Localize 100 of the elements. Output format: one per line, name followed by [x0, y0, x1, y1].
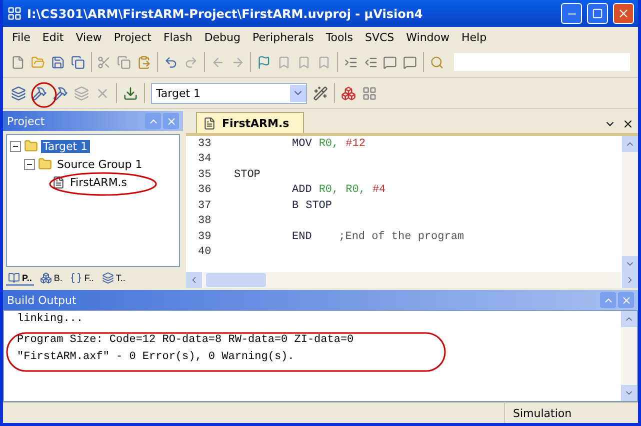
output-line: linking... [17, 313, 84, 327]
comment-icon[interactable] [403, 54, 418, 70]
app-icon [7, 6, 22, 21]
window-title: I:\CS301\ARM\FirstARM-Project\FirstARM.uvproj - µVision4 [27, 6, 424, 20]
target-dropdown[interactable]: Target 1 [151, 82, 307, 104]
line-number: 40 [197, 246, 212, 258]
vertical-scrollbar[interactable] [622, 136, 638, 272]
search-icon[interactable] [430, 54, 444, 70]
layers-icon[interactable] [11, 86, 26, 100]
close-button[interactable] [618, 292, 634, 308]
cubes-icon[interactable] [341, 86, 356, 100]
code-token: END [292, 230, 312, 243]
new-file-icon[interactable] [11, 54, 25, 70]
magic-wand-icon[interactable] [313, 86, 328, 100]
bookmark-icon[interactable] [297, 54, 311, 70]
save-all-icon[interactable] [70, 54, 84, 70]
layers-icon[interactable] [74, 86, 89, 100]
line-number: 36 [197, 184, 212, 196]
menu-item[interactable]: Peripherals [248, 30, 319, 44]
line-number: 39 [197, 230, 212, 243]
horizontal-scrollbar[interactable] [186, 272, 638, 288]
flag-icon[interactable] [257, 54, 272, 70]
find-field[interactable] [454, 53, 630, 71]
menu-item[interactable]: Project [108, 30, 156, 44]
book-icon [8, 272, 20, 284]
code-token: ;End of the program [338, 230, 464, 243]
panel-title: Build Output [7, 294, 76, 306]
open-folder-icon[interactable] [30, 54, 45, 70]
scrollbar-thumb[interactable] [206, 273, 266, 287]
copy-icon[interactable] [117, 54, 132, 70]
tree-item[interactable]: Target 1 [41, 140, 90, 152]
cut-icon[interactable] [97, 54, 112, 70]
layers-icon [102, 272, 114, 284]
code-token: R0, [318, 184, 339, 196]
line-number: 33 [197, 138, 212, 150]
code-token: MOV [292, 138, 312, 150]
code-token: R0, [346, 184, 366, 196]
code-token: #12 [346, 138, 366, 150]
undo-icon[interactable] [164, 54, 178, 70]
close-icon[interactable] [622, 118, 634, 130]
menu-item[interactable]: Help [456, 30, 492, 44]
panel-tab[interactable]: T.. [100, 272, 128, 286]
save-icon[interactable] [50, 54, 65, 70]
pin-button[interactable] [600, 292, 616, 308]
code-token: #4 [372, 184, 386, 196]
file-icon [52, 176, 65, 188]
maximize-icon [592, 8, 603, 19]
caret-icon [290, 84, 306, 102]
download-icon[interactable] [123, 86, 138, 100]
bookmark-icon[interactable] [316, 54, 331, 70]
minimize-button[interactable] [561, 3, 582, 24]
close-icon [166, 116, 176, 126]
bookmark-icon[interactable] [277, 54, 292, 70]
menu-item[interactable]: Flash [158, 30, 198, 44]
menu-item[interactable]: View [70, 30, 107, 44]
menu-item[interactable]: File [7, 30, 36, 44]
folder-icon [24, 139, 38, 153]
close-icon [620, 294, 632, 306]
menu-item[interactable]: Tools [320, 30, 358, 44]
panel-title: Project [7, 114, 45, 128]
menu-item[interactable]: Window [401, 30, 455, 44]
comment-icon[interactable] [383, 54, 398, 70]
code-editor[interactable]: 33 MOV R0, #12 34 35 STOP 36 ADD R0, R0, #4 37 B STOP 38 39 END ;End of the program 40 [186, 136, 638, 272]
line-number: 35 [197, 168, 212, 181]
redo-icon[interactable] [184, 54, 198, 70]
menu-item[interactable]: Edit [37, 30, 69, 44]
close-icon [617, 7, 630, 20]
annotation-ellipse [31, 82, 57, 108]
grid-icon[interactable] [362, 86, 377, 100]
braces-icon [70, 272, 82, 284]
pin-button[interactable] [145, 113, 161, 129]
cubes-icon [40, 272, 52, 284]
panel-tab[interactable]: P.. [6, 272, 34, 286]
code-token: ADD [292, 184, 312, 196]
menu-item[interactable]: Debug [199, 30, 246, 44]
status-mode: Simulation [504, 403, 638, 423]
hammer-icon[interactable] [32, 86, 47, 100]
code-label: STOP [234, 168, 260, 181]
output-line: "FirstARM.axf" - 0 Error(s), 0 Warning(s). [17, 351, 296, 365]
close-button[interactable] [613, 3, 634, 24]
tree-item[interactable]: Source Group 1 [55, 158, 144, 170]
code-token: R0, [318, 138, 339, 150]
line-number: 34 [197, 153, 212, 166]
expand-toggle[interactable] [24, 158, 35, 170]
panel-tab[interactable]: F.. [68, 272, 96, 286]
file-icon [203, 116, 216, 130]
hammer-icon[interactable] [53, 86, 68, 100]
folder-icon [38, 157, 52, 171]
code-token: B [292, 200, 299, 212]
output-line: Program Size: Code=12 RO-data=8 RW-data=0 ZI-data=0 [17, 334, 355, 348]
paste-icon[interactable] [137, 54, 152, 70]
line-number: 38 [197, 215, 212, 228]
expand-toggle[interactable] [10, 140, 21, 152]
panel-tab[interactable]: B. [38, 272, 64, 286]
menu-item[interactable]: SVCS [360, 30, 400, 44]
editor-tab[interactable]: FirstARM.s [196, 112, 304, 133]
vertical-scrollbar[interactable] [621, 311, 637, 401]
close-button[interactable] [163, 113, 179, 129]
code-token: STOP [306, 200, 332, 212]
maximize-button[interactable] [587, 3, 608, 24]
